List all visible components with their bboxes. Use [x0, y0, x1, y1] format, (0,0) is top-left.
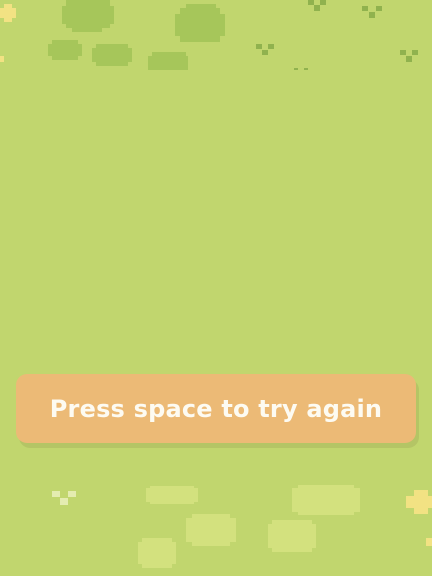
light-grass-patch [146, 486, 198, 504]
grass-tuft-icon [256, 44, 274, 55]
retry-prompt-banner[interactable]: Press space to try again [16, 374, 416, 443]
bush-icon [175, 4, 225, 42]
flower-icon [0, 4, 16, 22]
light-grass-patch [186, 514, 236, 546]
grass-tuft-icon [294, 68, 308, 70]
light-grass-patch [268, 520, 316, 552]
terrain-decor [0, 0, 432, 568]
bush-icon [92, 44, 132, 66]
light-grass-patch [292, 485, 360, 515]
grass-tuft-icon [52, 491, 76, 505]
grass-tuft-icon [362, 6, 382, 18]
bush-icon [148, 52, 188, 70]
flower-icon [406, 490, 432, 546]
flower-icon [0, 56, 4, 62]
bush-icon [48, 40, 82, 60]
retry-prompt-text: Press space to try again [49, 394, 383, 423]
game-scene: Press space to try again [0, 0, 432, 576]
grass-tuft-icon [400, 50, 418, 62]
grass-tuft-icon [308, 0, 326, 11]
bush-icon [62, 0, 114, 32]
light-grass-patch [138, 538, 176, 568]
